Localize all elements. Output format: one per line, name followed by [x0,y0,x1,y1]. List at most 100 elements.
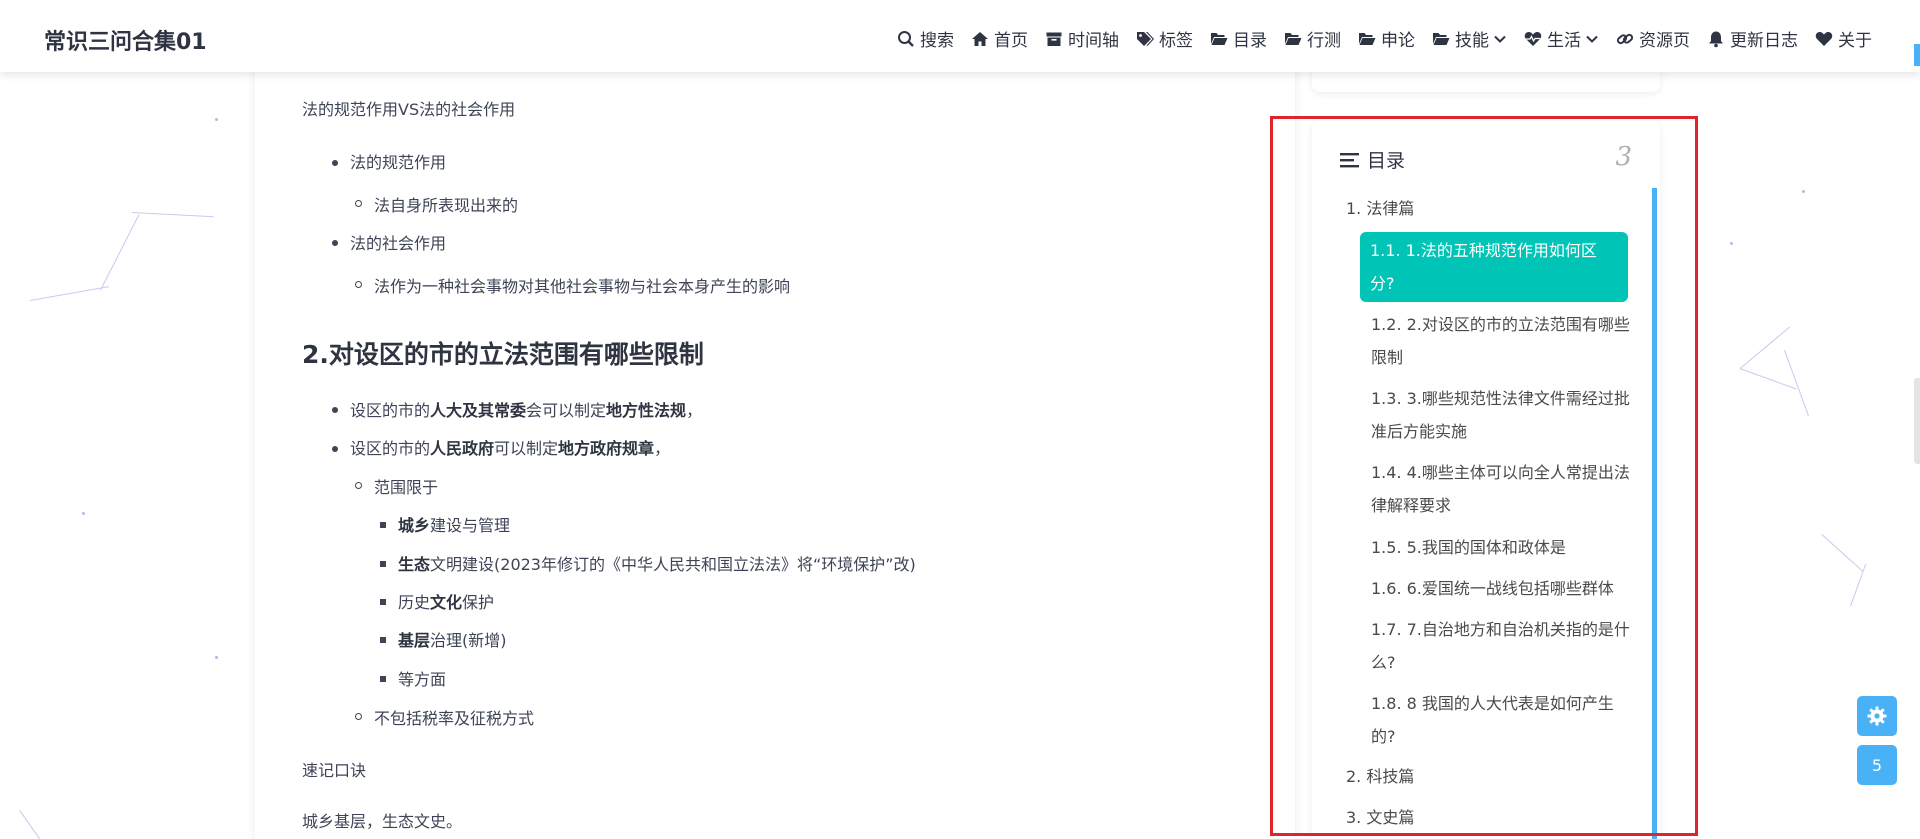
bg-decoration [1802,190,1805,193]
bold-text: 城乡 [398,516,431,535]
toc-item[interactable]: 1.4. 4.哪些主体可以向全人常提出法律解释要求 [1371,456,1631,522]
tags-icon [1137,31,1154,46]
toc-item[interactable]: 1. 法律篇 [1346,192,1414,226]
list-item: 法自身所表现出来的 [374,196,519,215]
nav-label: 标签 [1159,31,1193,51]
list-bullet [355,200,362,207]
nav-item-life[interactable]: 生活 [1524,26,1599,51]
list-item: 等方面 [398,666,446,690]
list-bullet [380,522,386,528]
folder-open-icon [1285,32,1302,45]
nav-label: 目录 [1233,31,1267,51]
toc-item[interactable]: 2. 科技篇 [1346,760,1414,794]
heartbeat-icon [1524,31,1542,46]
list-item: 基层治理(新增) [398,627,507,651]
nav-item-shenlun[interactable]: 申论 [1358,26,1415,51]
list-bullet [332,407,338,413]
nav-item-catalog[interactable]: 目录 [1210,26,1267,51]
nav-label: 时间轴 [1068,31,1119,51]
gear-icon [1867,706,1887,726]
list-item: 法的社会作用 [350,234,447,253]
folder-open-icon [1359,32,1376,45]
nav-item-skills[interactable]: 技能 [1432,26,1507,51]
chevron-down-icon [1494,35,1506,43]
toc-item[interactable]: 1.6. 6.爱国统一战线包括哪些群体 [1371,572,1631,605]
text-span: 历史 [398,593,431,612]
list-bullet [380,676,386,682]
nav-item-timeline[interactable]: 时间轴 [1045,26,1119,51]
toc-item[interactable]: 1.3. 3.哪些规范性法律文件需经过批准后方能实施 [1371,382,1631,448]
nav-label: 申论 [1381,31,1415,51]
nav-item-about[interactable]: 关于 [1815,26,1872,51]
toc-item[interactable]: 3. 文史篇 [1346,801,1414,835]
list-bullet [332,160,338,166]
nav-menu: 搜索 首页 时间轴 标签 目录 行测 申论 技能 生活 资源页 更新日志 关于 [880,26,1872,51]
list-item: 法的规范作用 [350,153,447,172]
side-handle[interactable] [1914,378,1920,464]
folder-open-icon [1211,32,1228,45]
text-span: 可以制定 [494,439,559,458]
chevron-down-icon [1586,35,1598,43]
nav-label: 资源页 [1639,31,1690,51]
list-item: 生态文明建设(2023年修订的《中华人民共和国立法法》将“环境保护”改) [398,551,916,575]
heart-icon [1815,31,1833,46]
bold-text: 文化 [430,593,463,612]
toc-title: 目录 [1367,150,1406,172]
paragraph: 城乡基层，生态文史。 [302,812,463,831]
bg-decoration [215,656,218,659]
nav-item-search[interactable]: 搜索 [897,26,954,51]
archive-icon [1046,32,1062,46]
bold-text: 生态 [398,555,431,574]
list-bullet [380,599,386,605]
toc-item[interactable]: 1.5. 5.我国的国体和政体是 [1371,531,1631,564]
list-icon [1340,152,1359,167]
section-heading: 2.对设区的市的立法范围有哪些限制 [302,340,704,369]
bg-decoration [1850,563,1867,607]
toc-progress-percent: 3 [1615,142,1632,172]
list-bullet [355,713,362,720]
nav-item-home[interactable]: 首页 [971,26,1028,51]
bell-icon [1709,31,1723,47]
scroll-counter-button[interactable]: 5 [1857,745,1897,785]
text-span: 保护 [462,593,495,612]
nav-label: 行测 [1307,31,1341,51]
bg-decoration [30,286,109,301]
text-span: 会可以制定 [526,401,607,420]
nav-item-tags[interactable]: 标签 [1136,26,1193,51]
toc-item[interactable]: 1.2. 2.对设区的市的立法范围有哪些限制 [1371,308,1631,374]
site-title[interactable]: 常识三问合集01 [44,24,207,56]
bg-decoration [1784,350,1809,417]
settings-button[interactable] [1857,696,1897,736]
bg-decoration [1821,534,1863,572]
intro-paragraph: 法的规范作用VS法的社会作用 [302,100,516,119]
bg-decoration [215,118,218,121]
article-card: 法的规范作用VS法的社会作用 法的规范作用 法自身所表现出来的 法的社会作用 法… [255,0,1295,839]
nav-label: 首页 [994,31,1028,51]
bold-text: 人大及其常委 [430,401,527,420]
list-item: 不包括税率及征税方式 [374,709,535,728]
nav-item-xingce[interactable]: 行测 [1284,26,1341,51]
nav-label: 关于 [1838,31,1872,51]
toc-item[interactable]: 1.7. 7.自治地方和自治机关指的是什么? [1371,613,1631,679]
bold-text: 基层 [398,631,431,650]
bold-text: 人民政府 [430,439,495,458]
nav-item-resources[interactable]: 资源页 [1616,26,1690,51]
list-bullet [332,240,338,246]
text-span: 设区的市的 [350,401,431,420]
text-span: 治理(新增) [430,631,507,650]
toc-item-active[interactable]: 1.1. 1.法的五种规范作用如何区分? [1360,232,1628,302]
text-span: 文明建设(2023年修订的《中华人民共和国立法法》将“环境保护”改) [430,555,916,574]
list-item: 城乡建设与管理 [398,512,510,536]
bg-decoration [1730,242,1733,245]
list-item: 设区的市的人民政府可以制定地方政府规章， [350,435,670,459]
nav-item-changelog[interactable]: 更新日志 [1707,26,1798,51]
bg-decoration [82,512,85,515]
nav-label: 更新日志 [1730,31,1798,51]
top-navbar: 常识三问合集01 搜索 首页 时间轴 标签 目录 行测 申论 技能 生活 资源页… [0,0,1920,72]
text-span: ， [654,439,671,458]
toc-item[interactable]: 1.8. 8 我国的人大代表是如何产生的? [1371,687,1631,753]
list-bullet [380,637,386,643]
text-span: 建设与管理 [430,516,511,535]
bg-decoration [1739,368,1797,390]
scroll-indicator [1914,44,1920,66]
